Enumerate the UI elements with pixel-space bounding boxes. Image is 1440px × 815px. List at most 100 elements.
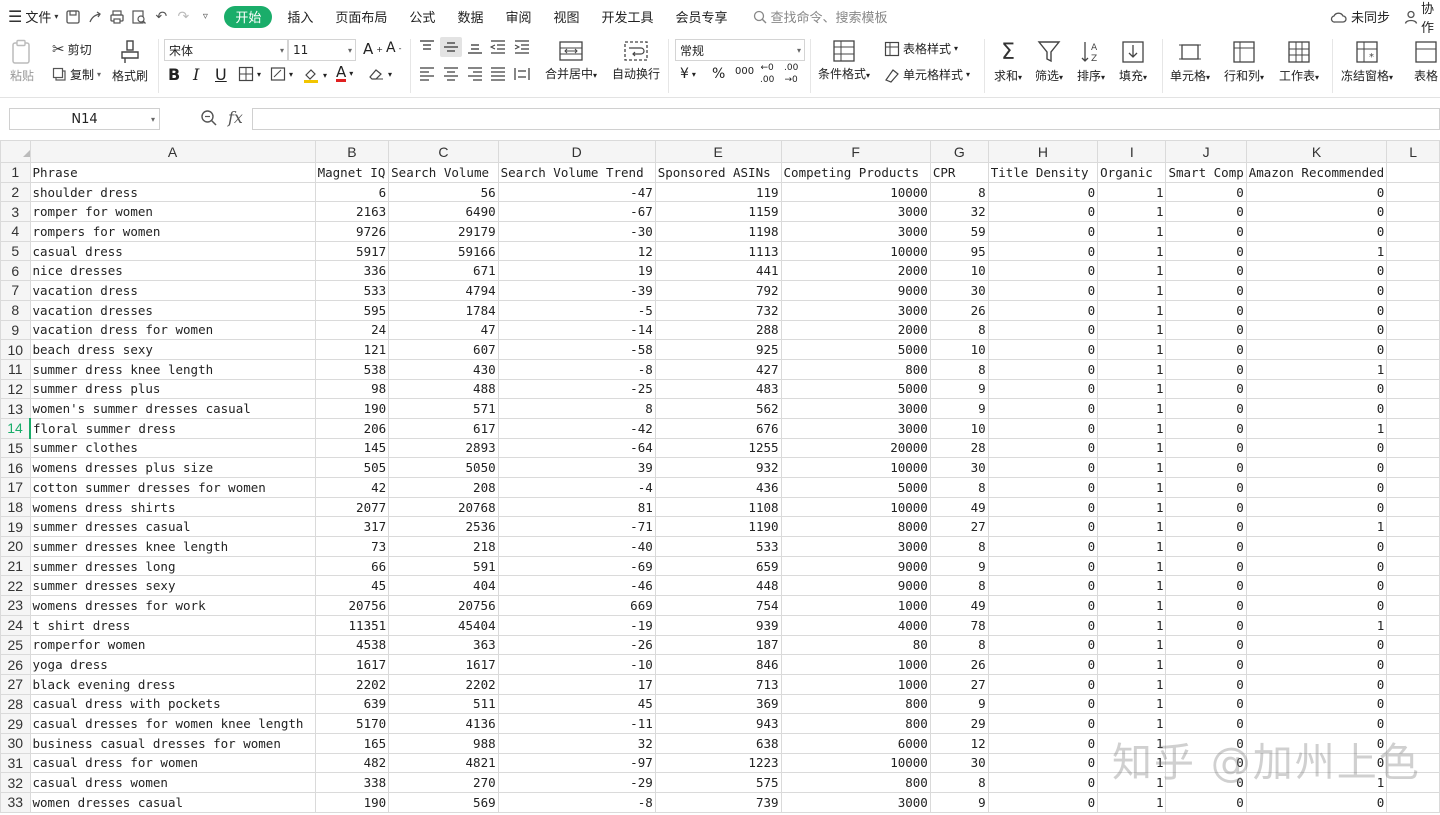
command-search[interactable]: 查找命令、搜索模板 bbox=[753, 7, 888, 26]
table-style-button[interactable]: 表格样式 ▾ bbox=[884, 40, 958, 57]
tab-8[interactable]: 会员专享 bbox=[665, 6, 739, 28]
table-cell[interactable]: casual dress women bbox=[29, 772, 316, 793]
table-cell[interactable]: 591 bbox=[388, 555, 499, 577]
table-cell[interactable]: summer dress knee length bbox=[29, 358, 316, 380]
table-cell[interactable]: 8000 bbox=[780, 516, 931, 538]
table-cell[interactable]: 1 bbox=[1097, 752, 1167, 774]
table-cell[interactable]: 0 bbox=[987, 752, 1099, 774]
row-header[interactable]: 11 bbox=[0, 358, 31, 380]
table-cell[interactable]: 800 bbox=[780, 358, 931, 380]
table-cell[interactable]: 0 bbox=[1165, 555, 1247, 577]
table-cell[interactable]: 0 bbox=[1165, 772, 1247, 793]
table-cell[interactable]: summer clothes bbox=[29, 437, 316, 459]
redo-icon[interactable]: ↷ bbox=[172, 6, 194, 28]
currency-icon[interactable]: ¥ ▾ bbox=[680, 66, 696, 82]
table-cell[interactable]: 1 bbox=[1097, 378, 1167, 400]
increase-decimal-icon[interactable]: ←0.00 bbox=[760, 64, 774, 85]
table-cell[interactable]: 1198 bbox=[654, 221, 782, 242]
cell-button[interactable]: 单元格▾ bbox=[1170, 39, 1210, 84]
table-cell[interactable]: 0 bbox=[1245, 673, 1388, 695]
table-cell[interactable]: Smart Comp bbox=[1165, 162, 1247, 183]
table-cell[interactable]: 1 bbox=[1245, 240, 1388, 262]
row-header[interactable]: 16 bbox=[0, 457, 31, 478]
table-cell[interactable]: 0 bbox=[1165, 614, 1247, 636]
table-cell[interactable] bbox=[1386, 732, 1440, 754]
table-cell[interactable]: 1 bbox=[1097, 240, 1167, 262]
table-cell[interactable]: 6 bbox=[314, 181, 390, 203]
table-cell[interactable]: 17 bbox=[497, 673, 656, 695]
table-cell[interactable]: 0 bbox=[1165, 634, 1247, 656]
table-cell[interactable]: -71 bbox=[497, 516, 656, 538]
table-cell[interactable]: 575 bbox=[654, 772, 782, 793]
table-cell[interactable]: -97 bbox=[497, 752, 656, 774]
table-cell[interactable]: 80 bbox=[780, 634, 931, 656]
table-cell[interactable] bbox=[1386, 634, 1440, 656]
row-col-button[interactable]: 行和列▾ bbox=[1224, 39, 1264, 84]
table-cell[interactable]: 3000 bbox=[780, 398, 931, 419]
table-cell[interactable]: 59 bbox=[929, 221, 989, 242]
table-cell[interactable]: 12 bbox=[497, 240, 656, 262]
row-header[interactable]: 23 bbox=[0, 595, 31, 616]
table-cell[interactable]: 10 bbox=[929, 339, 989, 360]
table-cell[interactable]: 1 bbox=[1097, 457, 1167, 478]
table-cell[interactable]: -5 bbox=[497, 299, 656, 321]
table-cell[interactable]: 0 bbox=[1245, 693, 1388, 715]
table-cell[interactable]: 5170 bbox=[314, 713, 390, 734]
row-header[interactable]: 25 bbox=[0, 634, 31, 656]
print-icon[interactable] bbox=[106, 6, 128, 28]
table-cell[interactable]: Search Volume Trend bbox=[497, 162, 656, 183]
zoom-icon[interactable] bbox=[200, 109, 218, 127]
table-cell[interactable]: t shirt dress bbox=[29, 614, 316, 636]
column-header[interactable]: A bbox=[29, 140, 316, 163]
row-header[interactable]: 30 bbox=[0, 732, 31, 754]
table-cell[interactable] bbox=[1386, 792, 1440, 813]
table-cell[interactable]: rompers for women bbox=[29, 221, 316, 242]
table-cell[interactable]: 800 bbox=[780, 772, 931, 793]
table-cell[interactable]: 95 bbox=[929, 240, 989, 262]
conditional-format-button[interactable]: 条件格式▾ bbox=[818, 39, 870, 82]
table-cell[interactable]: 3000 bbox=[780, 536, 931, 557]
table-cell[interactable]: vacation dresses bbox=[29, 299, 316, 321]
table-cell[interactable]: 0 bbox=[987, 260, 1099, 282]
row-header[interactable]: 2 bbox=[0, 181, 31, 203]
tab-2[interactable]: 页面布局 bbox=[324, 6, 398, 28]
table-cell[interactable]: 1108 bbox=[654, 496, 782, 518]
table-cell[interactable]: Title Density bbox=[987, 162, 1099, 183]
clear-format-icon[interactable]: ▾ bbox=[367, 66, 392, 82]
table-cell[interactable]: 2202 bbox=[314, 673, 390, 695]
tab-7[interactable]: 开发工具 bbox=[590, 6, 664, 28]
table-cell[interactable]: 8 bbox=[929, 575, 989, 597]
table-cell[interactable]: women dresses casual bbox=[29, 792, 316, 813]
table-cell[interactable]: 0 bbox=[1165, 437, 1247, 459]
table-cell[interactable]: 27 bbox=[929, 673, 989, 695]
table-cell[interactable]: 4136 bbox=[388, 713, 499, 734]
table-cell[interactable]: 0 bbox=[987, 496, 1099, 518]
table-cell[interactable]: 59166 bbox=[388, 240, 499, 262]
table-cell[interactable]: 8 bbox=[929, 772, 989, 793]
table-cell[interactable] bbox=[1386, 693, 1440, 715]
table-cell[interactable]: 208 bbox=[388, 477, 499, 498]
table-cell[interactable]: -46 bbox=[497, 575, 656, 597]
table-cell[interactable]: 639 bbox=[314, 693, 390, 715]
save-icon[interactable] bbox=[62, 6, 84, 28]
table-cell[interactable]: 2202 bbox=[388, 673, 499, 695]
row-header[interactable]: 7 bbox=[0, 280, 31, 301]
table-cell[interactable]: 10 bbox=[929, 417, 989, 439]
table-cell[interactable]: -42 bbox=[497, 417, 656, 439]
table-cell[interactable]: women's summer dresses casual bbox=[29, 398, 316, 419]
table-cell[interactable]: 9 bbox=[929, 378, 989, 400]
table-cell[interactable]: 0 bbox=[1165, 595, 1247, 616]
table-cell[interactable]: 369 bbox=[654, 693, 782, 715]
table-cell[interactable]: 0 bbox=[1165, 693, 1247, 715]
table-cell[interactable] bbox=[1386, 417, 1440, 439]
table-cell[interactable]: 569 bbox=[388, 792, 499, 813]
number-format-select[interactable]: 常规 ▾ bbox=[675, 39, 805, 61]
table-cell[interactable]: -19 bbox=[497, 614, 656, 636]
fx-icon[interactable]: fx bbox=[228, 108, 243, 127]
column-header[interactable]: E bbox=[654, 140, 782, 163]
cell-fill-pattern-icon[interactable]: ▾ bbox=[270, 66, 293, 82]
table-cell[interactable]: 0 bbox=[987, 772, 1099, 793]
table-cell[interactable]: 1 bbox=[1097, 260, 1167, 282]
table-cell[interactable]: 0 bbox=[1245, 280, 1388, 301]
table-cell[interactable]: 1 bbox=[1245, 358, 1388, 380]
